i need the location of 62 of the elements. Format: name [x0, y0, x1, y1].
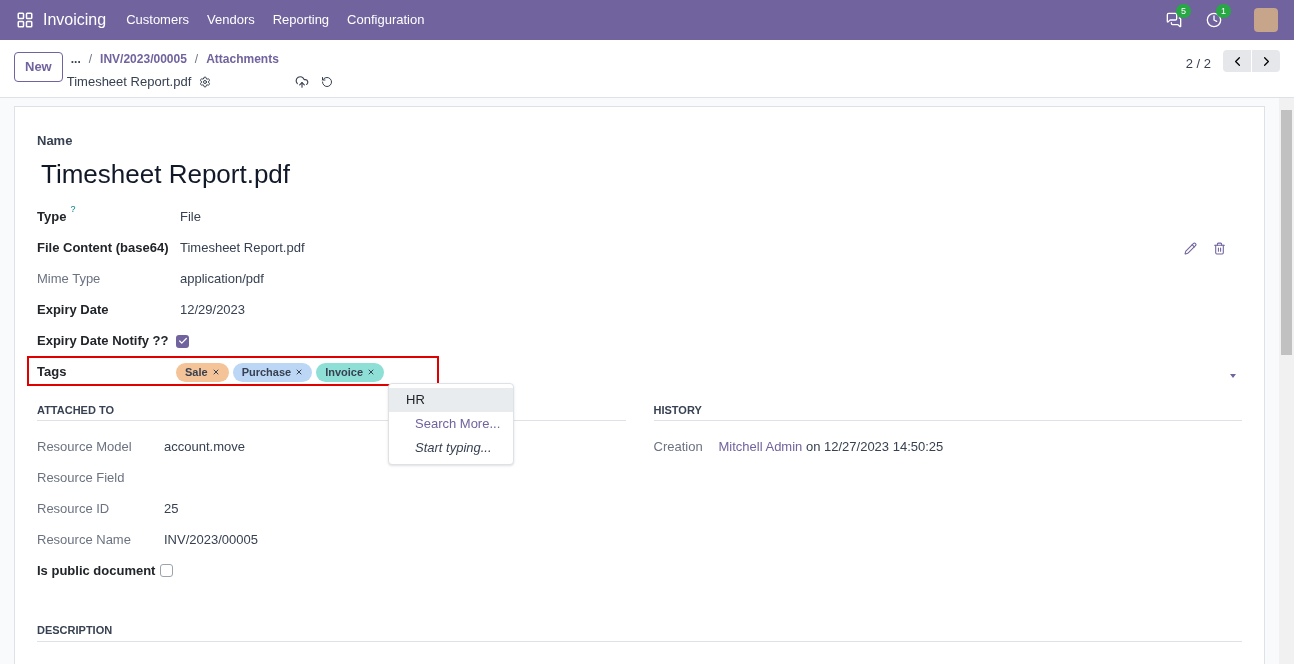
count-badge: 5 — [1176, 4, 1191, 18]
field-value: application/pdf — [179, 270, 265, 289]
breadcrumb-link[interactable]: INV/2023/00005 — [100, 50, 187, 68]
edit-icon[interactable] — [1184, 241, 1197, 255]
save-icon[interactable] — [295, 74, 310, 89]
remove-icon[interactable] — [367, 368, 376, 376]
field-value: account.move — [163, 437, 246, 456]
pager-value: 2 / 2 — [1185, 55, 1211, 73]
field-value: Timesheet Report.pdf — [179, 239, 306, 258]
new-button[interactable]: New — [14, 52, 63, 82]
scrollbar[interactable] — [1279, 98, 1294, 664]
field-label: Creation — [653, 437, 704, 456]
count-badge: 1 — [1216, 4, 1231, 18]
record-name: Timesheet Report.pdf — [41, 157, 292, 191]
field-value: 25 — [163, 499, 180, 518]
tag-chip[interactable]: Invoice — [316, 362, 385, 382]
field-label: Tags — [37, 363, 67, 382]
field-label: Type — [37, 208, 67, 227]
previous-button[interactable] — [1223, 50, 1251, 72]
breadcrumb-separator: / — [88, 51, 93, 68]
field-label: Name — [37, 132, 74, 150]
menu-item[interactable]: Customers — [126, 10, 189, 30]
apps-menu-icon[interactable] — [16, 11, 34, 29]
check-icon — [177, 336, 188, 346]
field-label: Resource Model — [37, 437, 132, 456]
remove-icon[interactable] — [295, 368, 304, 376]
discard-icon[interactable] — [321, 75, 334, 88]
activities-icon[interactable] — [1206, 12, 1222, 28]
field-label: Expiry Date — [37, 301, 109, 320]
checkbox[interactable] — [176, 334, 189, 348]
field-label: Resource ID — [37, 499, 110, 518]
field-label: Expiry Date Notify ?? — [37, 332, 169, 351]
field-value: File — [179, 208, 202, 227]
help-mark[interactable]: ? — [70, 203, 76, 217]
field-label: Mime Type — [37, 270, 101, 289]
section-title: DESCRIPTION — [37, 622, 1242, 642]
breadcrumb-separator: / — [194, 51, 199, 68]
messages-icon[interactable] — [1166, 12, 1182, 28]
delete-icon[interactable] — [1213, 241, 1226, 255]
field-value: INV/2023/00005 — [163, 530, 259, 549]
field-label: Resource Name — [37, 530, 131, 549]
next-button[interactable] — [1252, 50, 1280, 72]
dropdown-option[interactable]: Start typing... — [389, 435, 513, 460]
field-value: 12/29/2023 — [179, 301, 247, 320]
tag-chip[interactable]: Sale — [176, 362, 229, 382]
tag-chip[interactable]: Purchase — [232, 362, 313, 382]
section-title: HISTORY — [653, 401, 1242, 421]
menu-item[interactable]: Configuration — [347, 10, 425, 30]
remove-icon[interactable] — [211, 368, 220, 376]
breadcrumb-link[interactable]: Attachments — [206, 50, 279, 68]
field-label: Is public document — [37, 561, 156, 580]
field-label: File Content (base64) — [37, 239, 169, 258]
record-title: Timesheet Report.pdf — [66, 73, 192, 91]
checkbox[interactable] — [160, 564, 173, 577]
dropdown-caret-icon[interactable] — [1230, 374, 1236, 378]
creation-value: Mitchell Admin on 12/27/2023 14:50:25 — [718, 437, 944, 456]
gear-icon[interactable] — [199, 75, 212, 88]
field-label: Resource Field — [37, 468, 125, 487]
breadcrumb-more[interactable]: ... — [70, 50, 81, 68]
menu-item[interactable]: Reporting — [272, 10, 330, 30]
app-name[interactable]: Invoicing — [43, 8, 107, 32]
menu-item[interactable]: Vendors — [207, 10, 255, 30]
